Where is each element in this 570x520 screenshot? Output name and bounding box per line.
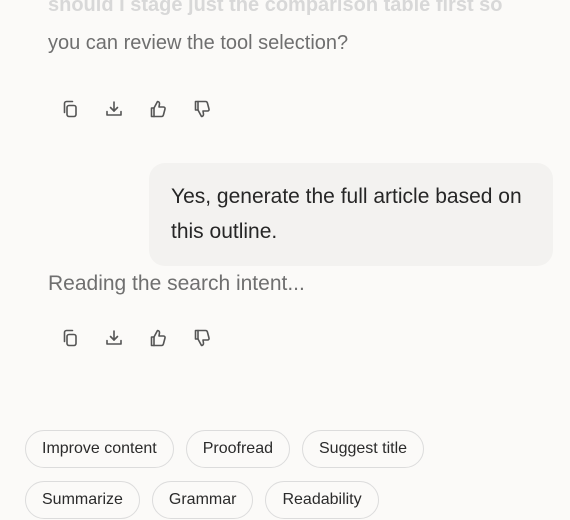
user-message-text: Yes, generate the full article based on … (171, 185, 522, 243)
thumbs-up-icon[interactable] (148, 328, 168, 348)
chip-proofread[interactable]: Proofread (185, 430, 290, 468)
download-icon[interactable] (104, 328, 124, 348)
assistant-message-faded-line: should I stage just the comparison table… (48, 0, 503, 16)
chip-suggest-title[interactable]: Suggest title (302, 430, 425, 468)
chip-summarize[interactable]: Summarize (25, 481, 140, 519)
thumbs-down-icon[interactable] (192, 328, 212, 348)
assistant-status-text: Reading the search intent... (48, 272, 305, 295)
assistant-message-previous: should I stage just the comparison table… (48, 0, 548, 62)
user-message-bubble: Yes, generate the full article based on … (149, 163, 553, 266)
suggestion-chips-row-2: Summarize Grammar Readability (25, 481, 379, 519)
download-icon[interactable] (104, 99, 124, 119)
copy-icon[interactable] (60, 99, 80, 119)
message-actions-bar (60, 99, 212, 119)
thumbs-down-icon[interactable] (192, 99, 212, 119)
chip-improve-content[interactable]: Improve content (25, 430, 174, 468)
copy-icon[interactable] (60, 328, 80, 348)
assistant-message-text: you can review the tool selection? (48, 32, 349, 54)
message-actions-bar-2 (60, 328, 212, 348)
suggestion-chips-row-1: Improve content Proofread Suggest title (25, 430, 425, 468)
chip-readability[interactable]: Readability (265, 481, 379, 519)
thumbs-up-icon[interactable] (148, 99, 168, 119)
chip-grammar[interactable]: Grammar (151, 481, 254, 519)
